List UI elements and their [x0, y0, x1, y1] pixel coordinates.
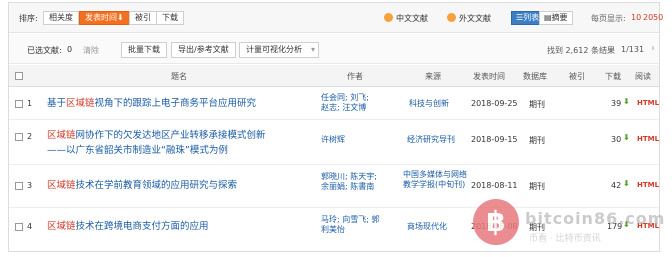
row-number: 3 — [27, 181, 33, 190]
selected-count: 0 — [67, 45, 73, 54]
batch-download-button[interactable]: 批量下载 — [121, 42, 167, 58]
chinese-doc-icon — [384, 13, 393, 22]
download-icon[interactable]: ⬇ — [623, 179, 630, 188]
download-count: 39 — [611, 99, 622, 108]
chinese-literature-label: 中文文献 — [396, 14, 428, 23]
article-title-link[interactable]: 区域链网协作下的欠发达地区产业转移承接模式创新 — [47, 129, 266, 142]
foreign-literature-tab[interactable]: 外文文献 — [447, 13, 491, 24]
row-number: 1 — [27, 99, 33, 108]
table-header: 题名 作者 来源 发表时间 数据库 被引 下载 阅读 — [9, 65, 659, 87]
page-size-10[interactable]: 10 — [631, 13, 641, 22]
col-title[interactable]: 题名 — [171, 71, 187, 82]
watermark-subtext: 币看 · 比特币资讯 — [529, 234, 601, 244]
selected-label: 已选文献: — [27, 46, 62, 55]
database: 期刊 — [529, 136, 545, 145]
title-text: 技术在跨境电商支付方面的应用 — [75, 221, 209, 232]
page-size-label: 每页显示: — [591, 14, 626, 23]
html-read-link[interactable]: HTML — [637, 135, 659, 143]
title-highlight: 区域链 — [47, 221, 76, 232]
row-checkbox[interactable] — [15, 182, 23, 190]
source-link[interactable]: 经济研究导刊 — [407, 135, 455, 145]
sort-downloads-button[interactable]: 下载 — [156, 11, 184, 25]
col-author[interactable]: 作者 — [347, 71, 363, 82]
select-all-checkbox[interactable] — [15, 72, 23, 80]
source-link[interactable]: 中国多媒体与网络教学学报(中旬刊) — [403, 170, 469, 190]
author-links[interactable]: 郭晓川; 陈天宇; 余丽娟; 陈書南 — [321, 172, 387, 192]
bitcoin-watermark-icon: ฿ — [473, 199, 519, 245]
title-text: 网协作下的欠发达地区产业转移承接模式创新 — [75, 130, 266, 141]
row-checkbox[interactable] — [15, 223, 23, 231]
title-highlight: 区域链 — [66, 98, 95, 109]
table-row: 3 区域链技术在学前教育领域的应用研究与探索 郭晓川; 陈天宇; 余丽娟; 陈書… — [9, 166, 659, 208]
author-links[interactable]: 任会同; 刘飞; 赵志; 汪文博 — [321, 93, 375, 113]
html-read-link[interactable]: HTML — [637, 181, 659, 189]
result-count: 找到 2,612 条结果 — [547, 46, 615, 55]
source-link[interactable]: 商场现代化 — [407, 222, 447, 232]
abstract-view-button[interactable]: ▤摘要 — [539, 11, 573, 25]
sort-relevance-button[interactable]: 相关度 — [43, 11, 79, 25]
title-highlight: 区域链 — [47, 130, 76, 141]
author-links[interactable]: 许树辉 — [321, 135, 345, 145]
title-text: 基于 — [47, 98, 67, 109]
analysis-dropdown[interactable]: 计量可视化分析 ▾ — [239, 42, 319, 58]
col-downloads[interactable]: 下载 — [605, 71, 621, 82]
download-count: 30 — [611, 135, 622, 144]
title-text: 技术在学前教育领域的应用研究与探索 — [75, 180, 238, 191]
col-cited[interactable]: 被引 — [569, 71, 585, 82]
results-panel: 排序: 相关度 发表时间⬇ 被引 下载 中文文献 外文文献 ☰列表 ▤摘要 每页… — [8, 2, 664, 252]
next-page-icon[interactable]: › — [651, 43, 655, 54]
export-button[interactable]: 导出/参考文献 — [171, 42, 236, 58]
sort-bar: 排序: 相关度 发表时间⬇ 被引 下载 中文文献 外文文献 ☰列表 ▤摘要 每页… — [9, 3, 663, 33]
row-number: 4 — [27, 222, 33, 231]
table-row: 1 基于区域链视角下的跟踪上电子商务平台应用研究 任会同; 刘飞; 赵志; 汪文… — [9, 88, 659, 120]
sort-date-button[interactable]: 发表时间⬇ — [79, 11, 130, 25]
page-size-20[interactable]: 20 — [643, 13, 653, 22]
article-title-link[interactable]: 区域链技术在跨境电商支付方面的应用 — [47, 220, 209, 233]
publish-date: 2018-09-15 — [471, 135, 518, 144]
download-icon[interactable]: ⬇ — [623, 133, 630, 142]
publish-date: 2018-08-11 — [471, 181, 518, 190]
page-indicator: 1/131 — [621, 45, 645, 54]
row-number: 2 — [27, 132, 33, 141]
abstract-icon: ▤ — [544, 13, 552, 22]
watermark-text: bitcoin86.com — [525, 209, 666, 228]
analysis-label: 计量可视化分析 — [246, 45, 302, 54]
row-checkbox[interactable] — [15, 100, 23, 108]
download-icon[interactable]: ⬇ — [623, 97, 630, 106]
col-source[interactable]: 来源 — [425, 71, 441, 82]
article-subtitle-link[interactable]: ——以广东省韶关市制造业“融珠”模式为例 — [47, 144, 228, 157]
page-size-50[interactable]: 50 — [653, 13, 663, 22]
html-read-link[interactable]: HTML — [637, 99, 659, 107]
title-text: 视角下的跟踪上电子商务平台应用研究 — [94, 98, 257, 109]
sort-label: 排序: — [19, 14, 38, 23]
row-checkbox[interactable] — [15, 133, 23, 141]
list-view-label: 列表 — [523, 13, 540, 22]
clear-link[interactable]: 清除 — [83, 45, 99, 56]
action-toolbar: 已选文献: 0 清除 批量下载 导出/参考文献 计量可视化分析 ▾ 找到 2,6… — [9, 34, 659, 64]
sort-cited-button[interactable]: 被引 — [129, 11, 157, 25]
foreign-literature-label: 外文文献 — [459, 14, 491, 23]
source-link[interactable]: 科技与创新 — [409, 99, 449, 109]
author-links[interactable]: 马玲; 向雪飞; 郭利美怡 — [321, 215, 381, 235]
publish-date: 2018-09-25 — [471, 99, 518, 108]
database: 期刊 — [529, 182, 545, 191]
chevron-down-icon: ▾ — [310, 45, 315, 54]
download-count: 42 — [611, 181, 622, 190]
abstract-view-label: 摘要 — [551, 13, 568, 22]
col-date[interactable]: 发表时间 — [473, 71, 505, 82]
title-highlight: 区域链 — [47, 180, 76, 191]
table-row: 2 区域链网协作下的欠发达地区产业转移承接模式创新 ——以广东省韶关市制造业“融… — [9, 121, 659, 165]
chinese-literature-tab[interactable]: 中文文献 — [384, 13, 428, 24]
col-db[interactable]: 数据库 — [523, 71, 547, 82]
article-title-link[interactable]: 区域链技术在学前教育领域的应用研究与探索 — [47, 179, 237, 192]
article-title-link[interactable]: 基于区域链视角下的跟踪上电子商务平台应用研究 — [47, 97, 256, 110]
col-read[interactable]: 阅读 — [635, 71, 651, 82]
foreign-doc-icon — [447, 13, 456, 22]
database: 期刊 — [529, 100, 545, 109]
